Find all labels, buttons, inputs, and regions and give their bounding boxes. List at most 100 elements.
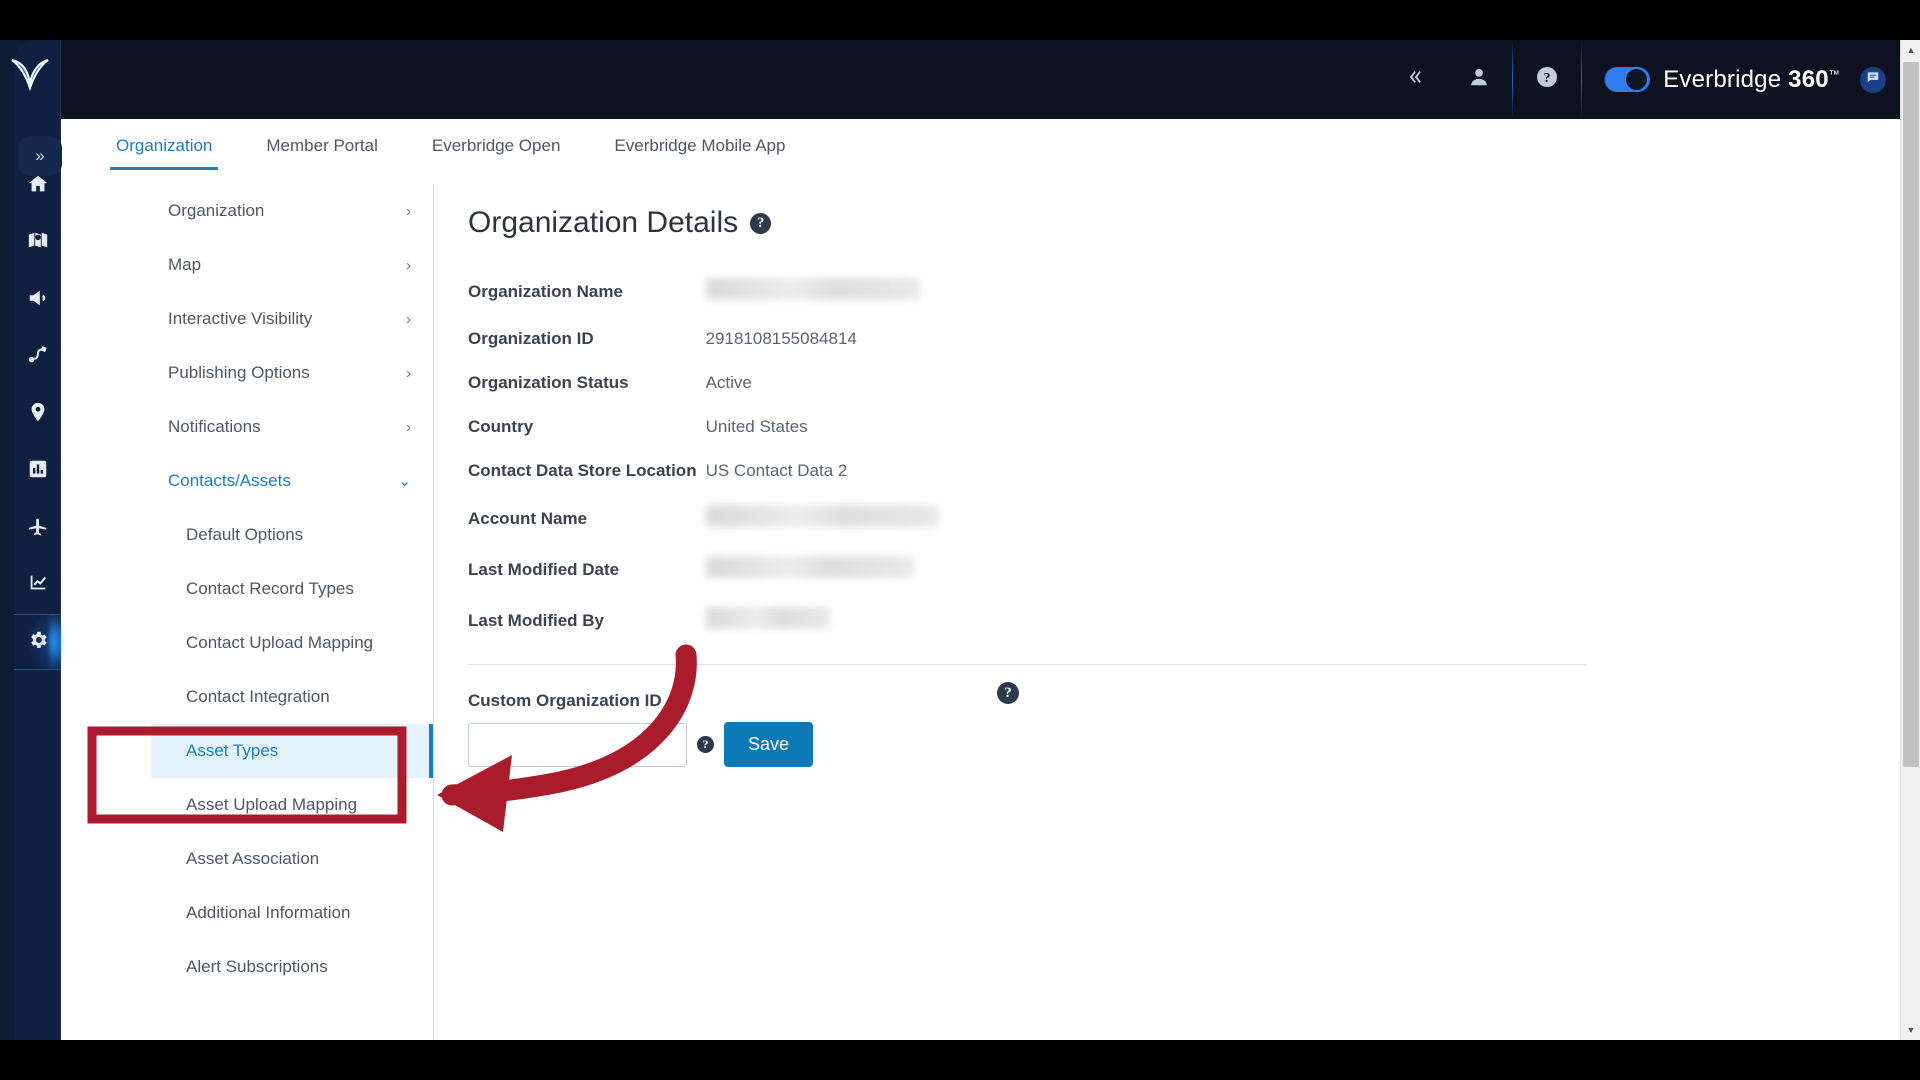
chevron-right-icon: › <box>406 418 411 436</box>
nav-group-notifications[interactable]: Notifications › <box>151 400 433 454</box>
help-circle-icon[interactable]: ? <box>697 736 714 753</box>
chevron-double-left-icon <box>1404 67 1424 92</box>
redacted-value <box>705 278 920 300</box>
field-value-organization-name <box>705 266 939 317</box>
section-tab-bar: Organization Member Portal Everbridge Op… <box>61 119 1900 184</box>
nav-group-publishing-options[interactable]: Publishing Options › <box>151 346 433 400</box>
help-circle-icon: ? <box>1535 65 1559 94</box>
table-row: Organization Status Active <box>468 361 939 405</box>
nav-item-asset-association[interactable]: Asset Association <box>151 832 433 886</box>
chevron-right-icon: › <box>406 202 411 220</box>
field-label: Organization Status <box>468 373 629 392</box>
settings-active-glow <box>50 614 64 670</box>
section-divider <box>468 664 1586 665</box>
map-pin-icon <box>27 230 49 257</box>
nav-item-default-options[interactable]: Default Options <box>151 508 433 562</box>
help-circle-icon[interactable]: ? <box>750 212 772 234</box>
rail-expand-label: » <box>35 146 45 165</box>
svg-text:?: ? <box>1544 71 1551 86</box>
rail-item-locations[interactable] <box>14 386 61 442</box>
tab-everbridge-mobile-app[interactable]: Everbridge Mobile App <box>608 119 791 170</box>
brand-name-prefix: Everbridge <box>1663 65 1789 93</box>
table-row: Country United States <box>468 405 939 449</box>
rail-item-reports[interactable] <box>14 443 61 499</box>
chart-bar-icon <box>27 458 49 485</box>
user-icon <box>1468 66 1490 93</box>
rail-item-notifications[interactable] <box>14 272 61 328</box>
section-help-icon[interactable]: ? <box>997 682 1019 704</box>
vertical-scrollbar[interactable]: ▲ ▼ <box>1900 40 1920 1040</box>
organization-details-table: Organization Name Organization ID 291810… <box>468 266 939 646</box>
user-account-button[interactable] <box>1446 40 1512 119</box>
travel-plane-icon <box>27 515 49 542</box>
field-value-last-modified-date <box>705 544 939 595</box>
incident-flow-icon <box>27 344 49 371</box>
nav-group-label: Organization <box>168 201 265 220</box>
field-value-contact-data-store-location: US Contact Data 2 <box>705 461 848 480</box>
page-title: Organization Details ? <box>468 206 1900 240</box>
table-row: Last Modified By <box>468 595 939 646</box>
field-label: Account Name <box>468 508 588 528</box>
field-value-organization-id: 2918108155084814 <box>705 329 857 348</box>
collapse-panel-button[interactable] <box>1382 40 1446 119</box>
field-label: Organization Name <box>468 281 623 301</box>
brand-label: Everbridge 360™ <box>1663 66 1840 94</box>
nav-group-organization[interactable]: Organization › <box>151 184 433 238</box>
redacted-value <box>705 556 913 578</box>
field-label: Contact Data Store Location <box>468 461 697 480</box>
nav-item-asset-upload-mapping[interactable]: Asset Upload Mapping <box>151 778 433 832</box>
field-value-last-modified-by <box>705 595 939 646</box>
rail-item-incidents[interactable] <box>14 329 61 385</box>
everbridge-logo[interactable] <box>8 54 52 92</box>
nav-group-label: Contacts/Assets <box>168 471 291 490</box>
chevron-down-icon: ⌄ <box>398 473 411 490</box>
screenshot-root: » ? Everbridge 360™ Organization Member … <box>0 0 1920 1080</box>
location-pin-icon <box>27 401 49 428</box>
tab-member-portal[interactable]: Member Portal <box>260 119 383 170</box>
everbridge-360-toggle[interactable] <box>1604 67 1651 92</box>
nav-item-asset-types[interactable]: Asset Types <box>151 724 433 778</box>
tab-organization[interactable]: Organization <box>110 119 219 170</box>
nav-group-contacts-assets[interactable]: Contacts/Assets ⌄ <box>151 454 433 508</box>
everbridge-360-brand[interactable]: Everbridge 360™ <box>1582 66 1900 94</box>
rail-expand-button[interactable]: » <box>18 136 62 176</box>
save-button[interactable]: Save <box>724 722 814 767</box>
page-title-text: Organization Details <box>468 206 739 239</box>
settings-gear-icon <box>27 629 49 656</box>
settings-nav: Organization › Map › Interactive Visibil… <box>151 184 434 1040</box>
field-value-country: United States <box>705 417 808 436</box>
rail-item-map[interactable] <box>14 215 61 271</box>
rail-item-travel[interactable] <box>14 500 61 556</box>
nav-group-interactive-visibility[interactable]: Interactive Visibility › <box>151 292 433 346</box>
tab-everbridge-open[interactable]: Everbridge Open <box>426 119 567 170</box>
scrollbar-thumb[interactable] <box>1903 62 1919 767</box>
rail-item-analytics[interactable] <box>14 557 61 613</box>
nav-item-contact-integration[interactable]: Contact Integration <box>151 670 433 724</box>
field-value-organization-status: Active <box>705 373 752 392</box>
custom-organization-id-row: ? Save <box>468 722 1900 767</box>
table-row: Contact Data Store Location US Contact D… <box>468 449 939 493</box>
scroll-down-arrow[interactable]: ▼ <box>1901 1020 1920 1040</box>
nav-group-map[interactable]: Map › <box>151 238 433 292</box>
nav-item-alert-subscriptions[interactable]: Alert Subscriptions <box>151 940 433 994</box>
redacted-value <box>705 607 830 629</box>
analytics-line-icon <box>27 572 49 599</box>
help-button[interactable]: ? <box>1513 40 1581 119</box>
feedback-button[interactable] <box>1860 66 1886 93</box>
table-row: Organization Name <box>468 266 939 317</box>
table-row: Last Modified Date <box>468 544 939 595</box>
field-label: Last Modified Date <box>468 559 620 579</box>
nav-item-additional-information[interactable]: Additional Information <box>151 886 433 940</box>
custom-organization-id-input[interactable] <box>468 722 687 767</box>
nav-item-contact-record-types[interactable]: Contact Record Types <box>151 562 433 616</box>
custom-organization-id-label: Custom Organization ID <box>468 691 662 710</box>
scroll-up-arrow[interactable]: ▲ <box>1901 40 1920 60</box>
field-label: Organization ID <box>468 329 594 348</box>
nav-item-contact-upload-mapping[interactable]: Contact Upload Mapping <box>151 616 433 670</box>
field-label: Last Modified By <box>468 610 605 630</box>
nav-group-label: Map <box>168 255 202 274</box>
chevron-right-icon: › <box>406 310 411 328</box>
nav-group-label: Interactive Visibility <box>168 309 313 328</box>
home-icon <box>27 173 49 200</box>
primary-icon-rail: » <box>0 40 64 1040</box>
